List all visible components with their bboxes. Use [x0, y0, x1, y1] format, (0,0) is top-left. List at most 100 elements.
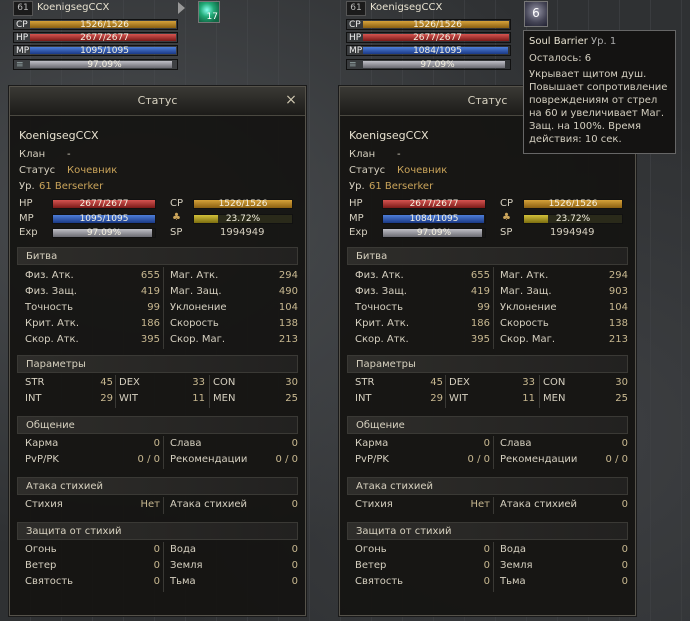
element-label: Стихия — [25, 499, 63, 510]
stat-value: 99 — [147, 302, 160, 313]
stat-label: Физ. Защ. — [355, 286, 407, 297]
cp-mini-bar: 1526/1526 — [523, 199, 623, 209]
stat-label: Скор. Атк. — [355, 334, 409, 345]
attr-label: MEN — [543, 393, 566, 404]
column-divider — [209, 375, 210, 408]
status-label: Статус — [349, 165, 386, 176]
social-value: 0 / 0 — [137, 454, 160, 465]
weight-bar: 23.72% — [523, 214, 623, 224]
exp-value: 97.09% — [420, 60, 455, 70]
defense-value: 0 — [153, 560, 160, 571]
social-label: Слава — [500, 438, 532, 449]
column-divider — [539, 375, 540, 408]
stat-label: Точность — [355, 302, 404, 313]
defense-value: 0 — [483, 544, 490, 555]
stat-label: Точность — [25, 302, 74, 313]
section-elem-atk: Атака стихией — [17, 477, 298, 495]
social-value: 0 / 0 — [605, 454, 628, 465]
status-window: Статус × KoenigsegCCX Клан - Статус Кочевн… — [9, 86, 306, 616]
attr-value: 11 — [192, 393, 205, 404]
stat-value: 395 — [470, 334, 490, 345]
section-params: Параметры — [347, 355, 628, 373]
defense-label: Святость — [25, 576, 74, 587]
window-title[interactable]: Статус — [10, 87, 305, 116]
stat-label: Физ. Защ. — [25, 286, 77, 297]
cp-bar: CP 1526/1526 — [346, 19, 511, 30]
column-divider — [163, 497, 164, 514]
expand-arrow-icon[interactable] — [178, 2, 185, 14]
column-divider — [163, 267, 164, 349]
mp-bar: MP 1084/1095 — [346, 45, 511, 56]
hp-mini-bar: 2677/2677 — [382, 199, 486, 209]
attr-value: 30 — [285, 377, 298, 388]
stat-value: 138 — [278, 318, 298, 329]
stat-value: 213 — [608, 334, 628, 345]
status-panel-left: 61 KoenigsegCCX CP 1526/1526 HP 2677/2677 … — [6, 0, 332, 621]
section-elem-def: Защита от стихий — [347, 522, 628, 540]
stat-value: 655 — [470, 270, 490, 281]
defense-value: 0 — [621, 544, 628, 555]
defense-label: Ветер — [25, 560, 57, 571]
stat-value: 294 — [608, 270, 628, 281]
column-divider — [493, 267, 494, 349]
exp-bar: ≡ 97.09% — [346, 59, 511, 70]
defense-value: 0 — [483, 560, 490, 571]
player-status-bars: 61 KoenigsegCCX CP 1526/1526 HP 2677/2677 … — [13, 0, 183, 74]
social-label: PvP/PK — [355, 454, 389, 465]
section-battle: Битва — [17, 247, 298, 265]
social-value: 0 — [153, 438, 160, 449]
status-value: Кочевник — [397, 165, 448, 176]
weight-bar: 23.72% — [193, 214, 293, 224]
social-value: 0 — [291, 438, 298, 449]
stat-value: 419 — [470, 286, 490, 297]
tooltip-skill-level: Ур. 1 — [591, 36, 617, 47]
buff-icon[interactable]: 17 — [198, 1, 220, 23]
status-window: Статус KoenigsegCCX Клан - Статус Кочевник… — [339, 86, 636, 616]
level-value: 61 Berserker — [39, 181, 104, 192]
attr-value: 11 — [522, 393, 535, 404]
section-params: Параметры — [17, 355, 298, 373]
section-social: Общение — [347, 416, 628, 434]
stat-label: Скорость — [170, 318, 219, 329]
stat-label: Уклонение — [500, 302, 557, 313]
player-level-badge: 61 — [346, 1, 366, 16]
attr-label: CON — [213, 377, 236, 388]
defense-value: 0 — [483, 576, 490, 587]
clan-label: Клан — [349, 149, 376, 160]
attr-value: 33 — [522, 377, 535, 388]
element-value: Нет — [140, 499, 161, 510]
defense-value: 0 — [291, 576, 298, 587]
close-icon[interactable]: × — [283, 92, 299, 108]
exp-value: 97.09% — [87, 60, 122, 70]
level-label: Ур. — [19, 181, 35, 192]
attr-label: STR — [25, 377, 45, 388]
defense-label: Вода — [500, 544, 527, 555]
stat-value: 213 — [278, 334, 298, 345]
player-name: KoenigsegCCX — [37, 2, 110, 13]
defense-value: 0 — [153, 576, 160, 587]
stat-value: 490 — [278, 286, 298, 297]
attr-label: INT — [355, 393, 372, 404]
clan-label: Клан — [19, 149, 46, 160]
defense-label: Земля — [500, 560, 533, 571]
hp-bar: HP 2677/2677 — [13, 32, 178, 43]
tooltip-skill-name: Soul Barrier — [529, 36, 588, 47]
social-label: PvP/PK — [25, 454, 59, 465]
soul-barrier-buff-icon[interactable]: 6 — [524, 1, 548, 27]
hp-mini-bar: 2677/2677 — [52, 199, 156, 209]
clan-value: - — [397, 149, 401, 160]
stat-label: Скорость — [500, 318, 549, 329]
stat-value: 419 — [140, 286, 160, 297]
column-divider — [493, 542, 494, 592]
defense-label: Святость — [355, 576, 404, 587]
stat-label: Физ. Атк. — [355, 270, 404, 281]
mp-bar: MP 1095/1095 — [13, 45, 178, 56]
defense-value: 0 — [153, 544, 160, 555]
exp-mini-bar: 97.09% — [52, 228, 156, 238]
section-social: Общение — [17, 416, 298, 434]
social-label: Слава — [170, 438, 202, 449]
cp-label: CP — [500, 198, 514, 209]
attr-label: DEX — [449, 377, 470, 388]
element-atk-value: 0 — [291, 499, 298, 510]
element-atk-label: Атака стихией — [500, 499, 578, 510]
